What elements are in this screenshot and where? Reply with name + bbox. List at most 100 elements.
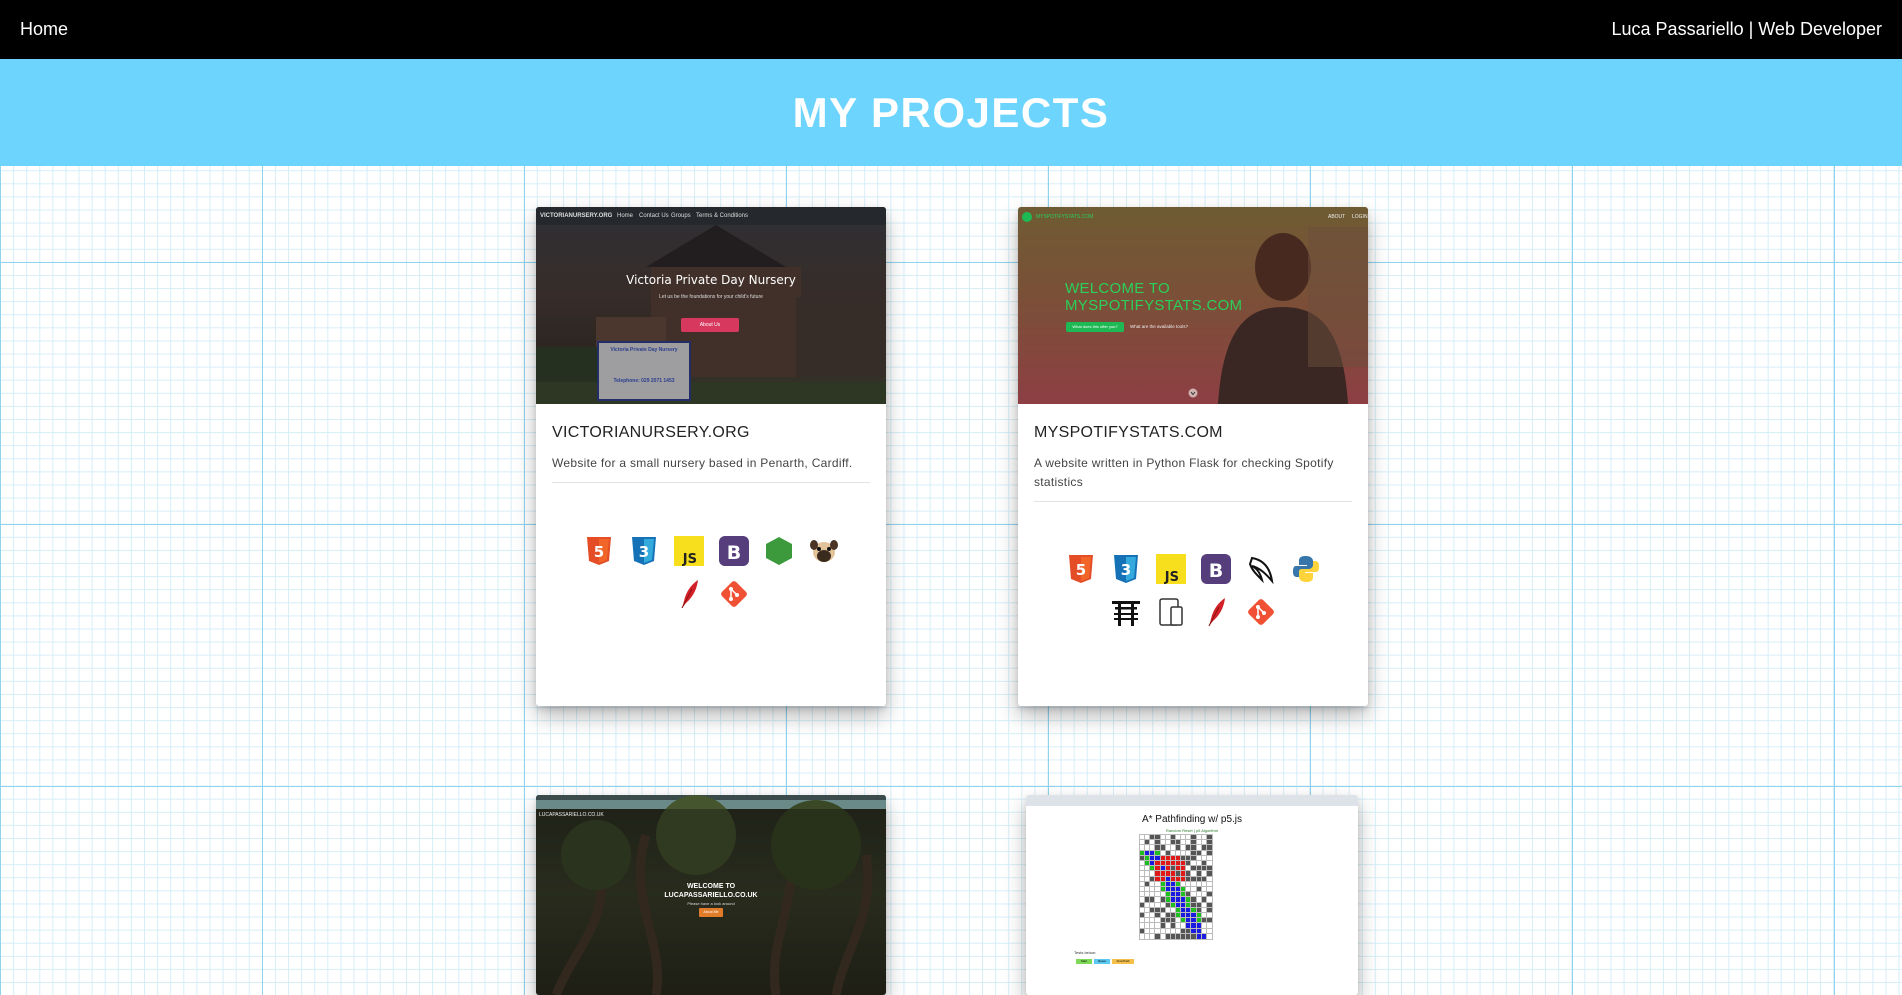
- grid-cell: [1180, 865, 1187, 872]
- grid-cell: [1139, 870, 1146, 878]
- grid-cell: [1149, 880, 1156, 888]
- project-card-victorianursery[interactable]: VICTORIANURSERY.ORG Home Contact Us Grou…: [536, 207, 886, 706]
- grid-cell: [1180, 886, 1187, 893]
- grid-cell: [1159, 891, 1167, 898]
- grid-cell: [1200, 896, 1208, 904]
- grid-cell: [1149, 875, 1156, 883]
- grid-cell: [1185, 834, 1192, 841]
- grid-cell: [1200, 854, 1208, 862]
- grid-cell: [1169, 917, 1177, 924]
- grid-cell: [1164, 854, 1172, 862]
- grid-cell: [1205, 880, 1213, 888]
- grid-cell: [1195, 834, 1203, 841]
- grid-cell: [1154, 886, 1162, 893]
- grid-cell: [1180, 834, 1187, 841]
- thumb-about-button: About Me: [699, 908, 723, 917]
- git-icon: [720, 581, 747, 607]
- grid-cell: [1154, 901, 1162, 909]
- project-card-lucapassariello[interactable]: LUCAPASSARIELLO.CO.UK WELCOME TO LUCAPAS…: [536, 795, 886, 995]
- grid-cell: [1200, 922, 1208, 930]
- grid-cell: [1154, 839, 1162, 846]
- home-link[interactable]: Home: [20, 19, 68, 40]
- grid-cell: [1185, 860, 1192, 867]
- project-card-astar-pathfinding[interactable]: A* Pathfinding w/ p5.js Random Reset | p…: [1026, 795, 1358, 995]
- page-title: MY PROJECTS: [792, 88, 1110, 136]
- scroll-down-icon: [1188, 388, 1198, 398]
- grid-cell: [1149, 891, 1156, 898]
- thumb-heading: WELCOME TO LUCAPASSARIELLO.CO.UK: [536, 882, 886, 900]
- grid-cell: [1180, 896, 1187, 904]
- browser-bar: [1026, 795, 1358, 806]
- grid-cell: [1149, 834, 1156, 841]
- grid-cell: [1139, 875, 1146, 883]
- grid-cell: [1149, 932, 1156, 940]
- svg-text:JS: JS: [681, 552, 696, 566]
- grid-cell: [1185, 870, 1192, 878]
- grid-cell: [1139, 891, 1146, 898]
- grid-cell: [1159, 854, 1167, 862]
- responsive-icon: [1158, 598, 1183, 626]
- grid-cell: [1190, 844, 1198, 852]
- css3-icon: 3: [1113, 555, 1138, 583]
- grid-cell: [1139, 860, 1146, 867]
- grid-cell: [1159, 922, 1167, 930]
- thumb-nav-item: Contact Us: [639, 213, 669, 219]
- project-screenshot[interactable]: A* Pathfinding w/ p5.js Random Reset | p…: [1026, 795, 1358, 995]
- grid-cell: [1144, 865, 1151, 872]
- project-screenshot[interactable]: VICTORIANURSERY.ORG Home Contact Us Grou…: [536, 207, 886, 404]
- pathfinding-grid: [1139, 834, 1213, 940]
- thumb-nav-item: ABOUT: [1328, 214, 1346, 220]
- feather-icon: [681, 580, 698, 609]
- project-screenshot[interactable]: LUCAPASSARIELLO.CO.UK WELCOME TO LUCAPAS…: [536, 795, 886, 995]
- grid-cell: [1159, 875, 1167, 883]
- grid-cell: [1200, 891, 1208, 898]
- grid-cell: [1180, 880, 1187, 888]
- grid-cell: [1180, 912, 1187, 919]
- project-title[interactable]: MYSPOTIFYSTATS.COM: [1034, 424, 1352, 442]
- grid-cell: [1180, 875, 1187, 883]
- grid-cell: [1164, 834, 1172, 841]
- grid-cell: [1200, 880, 1208, 888]
- grid-cell: [1175, 870, 1182, 878]
- grid-cell: [1149, 896, 1156, 904]
- project-screenshot[interactable]: MYSPOTIFYSTATS.COM ABOUT LOGIN WELCOME T…: [1018, 207, 1368, 404]
- grid-cell: [1169, 932, 1177, 940]
- grid-cell: [1200, 886, 1208, 893]
- grid-cell: [1175, 927, 1182, 935]
- thumb-tagline: Please have a look around: [687, 901, 735, 906]
- grid-cell: [1164, 849, 1172, 857]
- grid-cell: [1200, 844, 1208, 852]
- grid-cell: [1149, 906, 1156, 914]
- grid-cell: [1175, 849, 1182, 857]
- feather-icon: [1208, 598, 1225, 627]
- project-title[interactable]: VICTORIANURSERY.ORG: [552, 424, 870, 442]
- grid-cell: [1195, 860, 1203, 867]
- grid-cell: [1195, 886, 1203, 893]
- grid-cell: [1159, 870, 1167, 878]
- grid-cell: [1169, 854, 1177, 862]
- svg-text:B: B: [726, 542, 740, 564]
- grid-cell: [1195, 880, 1203, 888]
- grid-cell: [1154, 880, 1162, 888]
- project-card-myspotifystats[interactable]: MYSPOTIFYSTATS.COM ABOUT LOGIN WELCOME T…: [1018, 207, 1368, 706]
- grid-cell: [1164, 932, 1172, 940]
- grid-cell: [1185, 865, 1192, 872]
- brand-link[interactable]: Luca Passariello | Web Developer: [1612, 19, 1882, 40]
- grid-cell: [1159, 901, 1167, 909]
- grid-cell: [1190, 891, 1198, 898]
- grid-cell: [1164, 886, 1172, 893]
- grid-cell: [1149, 917, 1156, 924]
- grid-cell: [1139, 927, 1146, 935]
- grid-cell: [1164, 870, 1172, 878]
- grid-cell: [1144, 927, 1151, 935]
- git-icon: [1247, 599, 1274, 625]
- thumb-reset-button: Reset: [1094, 959, 1110, 964]
- grid-cell: [1149, 912, 1156, 919]
- thumb-caption: Random Reset | p5 Algorithm: [1165, 828, 1219, 833]
- grid-cell: [1190, 854, 1198, 862]
- grid-cell: [1139, 922, 1146, 930]
- grid-cell: [1175, 834, 1182, 841]
- grid-cell: [1159, 906, 1167, 914]
- grid-cell: [1139, 844, 1146, 852]
- grid-cell: [1185, 849, 1192, 857]
